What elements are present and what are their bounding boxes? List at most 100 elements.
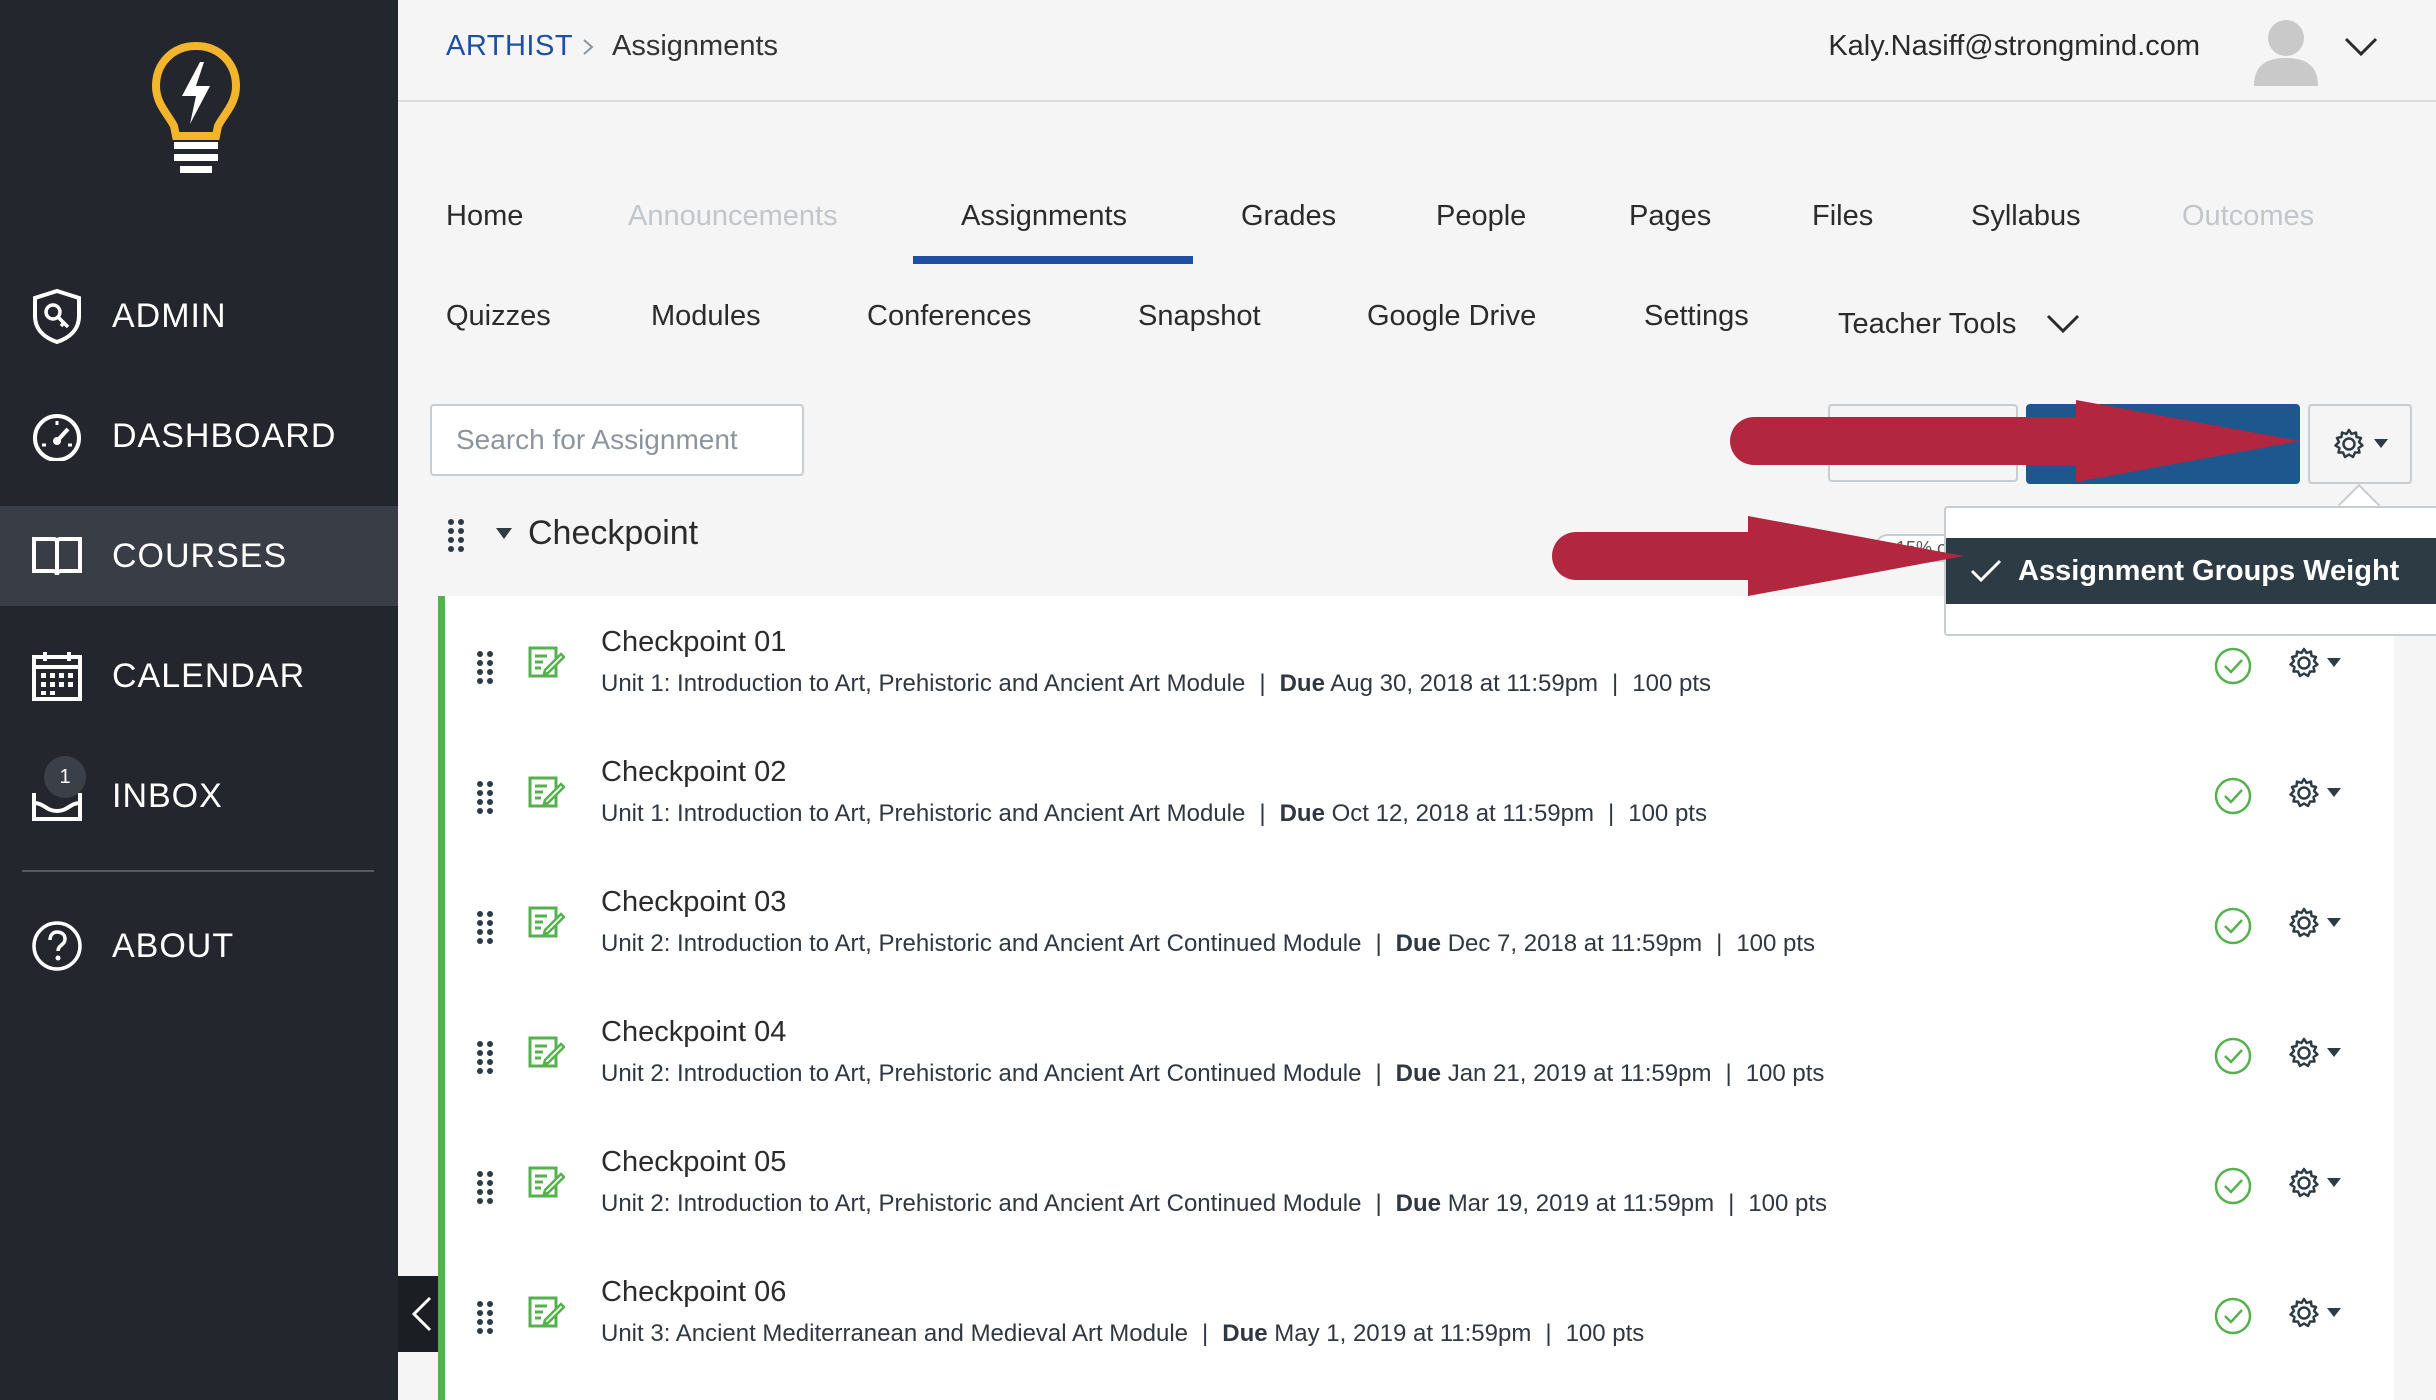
tab-google-drive[interactable]: Google Drive	[1367, 300, 1536, 333]
assignment-title-link[interactable]: Checkpoint 05	[601, 1146, 786, 1179]
gear-icon	[2289, 647, 2319, 678]
assignment-title-link[interactable]: Checkpoint 04	[601, 1016, 786, 1049]
drag-handle-icon[interactable]	[475, 1040, 495, 1074]
assignment-meta: Unit 1: Introduction to Art, Prehistoric…	[601, 670, 1711, 698]
assignments-settings-button[interactable]	[2308, 404, 2412, 484]
gear-icon	[2289, 1167, 2319, 1198]
published-check-icon[interactable]	[2213, 776, 2253, 816]
nav-courses[interactable]: COURSES	[0, 506, 398, 606]
tab-pages[interactable]: Pages	[1629, 200, 1711, 233]
assignment-settings-button[interactable]	[2287, 1166, 2341, 1200]
assignment-row[interactable]: Checkpoint 03 Unit 2: Introduction to Art…	[445, 856, 2394, 986]
checkmark-icon	[1970, 559, 2002, 583]
search-assignment-input[interactable]	[430, 404, 804, 476]
assignment-title-link[interactable]: Checkpoint 01	[601, 626, 786, 659]
drag-handle-icon[interactable]	[475, 910, 495, 944]
assignment-meta: Unit 2: Introduction to Art, Prehistoric…	[601, 1190, 1827, 1218]
separator: |	[1202, 1320, 1209, 1347]
due-date: Aug 30, 2018 at 11:59pm	[1330, 670, 1599, 697]
tab-syllabus[interactable]: Syllabus	[1971, 200, 2081, 233]
lightbulb-logo-icon[interactable]	[150, 40, 242, 180]
separator: |	[1545, 1320, 1552, 1347]
tab-modules[interactable]: Modules	[651, 300, 761, 333]
tab-settings[interactable]: Settings	[1644, 300, 1749, 333]
drag-handle-icon[interactable]	[446, 518, 466, 552]
tab-home[interactable]: Home	[446, 200, 523, 233]
published-check-icon[interactable]	[2213, 1296, 2253, 1336]
points: 100 pts	[1565, 1320, 1645, 1347]
due-label: Due	[1395, 1060, 1442, 1087]
due-date: Dec 7, 2018 at 11:59pm	[1447, 930, 1703, 957]
assignment-group-name: Checkpoint	[528, 514, 699, 552]
caret-down-icon	[2327, 658, 2341, 667]
assignment-module: Unit 3: Ancient Mediterranean and Mediev…	[601, 1320, 1189, 1347]
due-label: Due	[1395, 1190, 1442, 1217]
due-label: Due	[1395, 930, 1442, 957]
tab-teacher-tools[interactable]: Teacher Tools	[1838, 308, 2016, 341]
assignment-list: Checkpoint 01 Unit 1: Introduction to Art…	[438, 596, 2394, 1400]
tab-snapshot[interactable]: Snapshot	[1138, 300, 1261, 333]
published-check-icon[interactable]	[2213, 1166, 2253, 1206]
separator: |	[1725, 1060, 1732, 1087]
breadcrumb-course-link[interactable]: ARTHIST	[446, 30, 573, 63]
menu-item-label: Assignment Groups Weight	[2018, 554, 2400, 587]
tab-files[interactable]: Files	[1812, 200, 1873, 233]
nav-dashboard[interactable]: DASHBOARD	[0, 386, 398, 486]
user-avatar-icon[interactable]	[2254, 16, 2318, 86]
separator: |	[1612, 670, 1619, 697]
menu-item-assignment-groups-weight[interactable]: Assignment Groups Weight	[1946, 538, 2436, 604]
assignment-module: Unit 2: Introduction to Art, Prehistoric…	[601, 1190, 1362, 1217]
drag-handle-icon[interactable]	[475, 1170, 495, 1204]
nav-courses-label: COURSES	[112, 536, 288, 575]
tab-conferences[interactable]: Conferences	[867, 300, 1031, 333]
published-check-icon[interactable]	[2213, 1036, 2253, 1076]
nav-about[interactable]: ABOUT	[0, 896, 398, 996]
assignment-title-link[interactable]: Checkpoint 03	[601, 886, 786, 919]
due-date: May 1, 2019 at 11:59pm	[1274, 1320, 1532, 1347]
tab-grades[interactable]: Grades	[1241, 200, 1336, 233]
assignment-row[interactable]: Checkpoint 06 Unit 3: Ancient Mediterrane…	[445, 1246, 2394, 1376]
assignment-icon	[528, 1036, 565, 1068]
assignment-settings-button[interactable]	[2287, 776, 2341, 810]
gear-icon	[2289, 1297, 2319, 1328]
points: 100 pts	[1736, 930, 1816, 957]
assignment-row[interactable]: Checkpoint 05 Unit 2: Introduction to Art…	[445, 1116, 2394, 1246]
due-label: Due	[1279, 800, 1325, 827]
breadcrumb-current: Assignments	[612, 30, 779, 62]
gear-icon	[2289, 1037, 2319, 1068]
tab-people[interactable]: People	[1436, 200, 1526, 233]
points: 100 pts	[1632, 670, 1711, 697]
assignment-settings-button[interactable]	[2287, 906, 2341, 940]
drag-handle-icon[interactable]	[475, 1300, 495, 1334]
add-assignment-button[interactable]	[2026, 404, 2300, 484]
assignment-title-link[interactable]: Checkpoint 02	[601, 756, 786, 789]
separator: |	[1259, 800, 1266, 827]
published-check-icon[interactable]	[2213, 906, 2253, 946]
points: 100 pts	[1745, 1060, 1825, 1087]
assignment-row[interactable]: Checkpoint 04 Unit 2: Introduction to Art…	[445, 986, 2394, 1116]
chevron-down-icon[interactable]	[2344, 36, 2378, 58]
assignment-meta: Unit 2: Introduction to Art, Prehistoric…	[601, 930, 1815, 958]
separator: |	[1259, 670, 1266, 697]
tab-quizzes[interactable]: Quizzes	[446, 300, 551, 333]
nav-calendar[interactable]: CALENDAR	[0, 626, 398, 726]
add-group-button[interactable]	[1828, 404, 2018, 482]
app-root: ADMIN DASHBOARD COURSES CALENDAR INBOX 1…	[0, 0, 2436, 1400]
tab-outcomes: Outcomes	[2182, 200, 2315, 232]
assignment-title-link[interactable]: Checkpoint 06	[601, 1276, 786, 1309]
assignment-module: Unit 1: Introduction to Art, Prehistoric…	[601, 670, 1246, 697]
assignment-settings-button[interactable]	[2287, 1296, 2341, 1330]
published-check-icon[interactable]	[2213, 646, 2253, 686]
collapse-caret-icon[interactable]	[496, 528, 512, 540]
assignment-settings-button[interactable]	[2287, 1036, 2341, 1070]
nav-admin[interactable]: ADMIN	[0, 266, 398, 366]
chevron-down-icon[interactable]	[2046, 312, 2080, 336]
assignment-settings-button[interactable]	[2287, 646, 2341, 680]
tab-assignments[interactable]: Assignments	[961, 200, 1127, 233]
drag-handle-icon[interactable]	[475, 780, 495, 814]
user-email[interactable]: Kaly.Nasiff@strongmind.com	[1828, 30, 2200, 63]
drag-handle-icon[interactable]	[475, 650, 495, 684]
assignment-meta: Unit 1: Introduction to Art, Prehistoric…	[601, 800, 1707, 828]
caret-down-icon	[2327, 1178, 2341, 1187]
assignment-row[interactable]: Checkpoint 02 Unit 1: Introduction to Art…	[445, 726, 2394, 856]
